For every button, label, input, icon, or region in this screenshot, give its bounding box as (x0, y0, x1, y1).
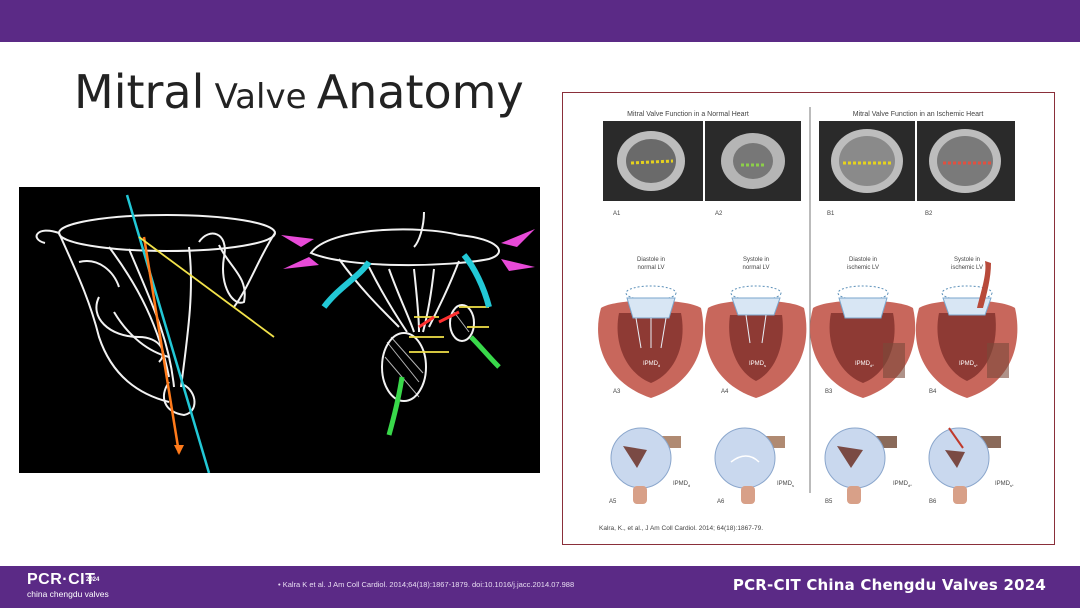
valve-illustrations (610, 427, 1001, 504)
slide-title: Mitral Valve Anatomy (74, 65, 524, 119)
mri-label: A2 (715, 211, 723, 217)
figure-source: Kalra, K., et al., J Am Coll Cardiol. 20… (599, 525, 763, 532)
heart-caption: ischemic LV (847, 265, 879, 271)
valve-drawing-svg (35, 194, 535, 474)
valve-label: A5 (609, 499, 617, 505)
heart-caption: Diastole in (849, 257, 877, 263)
mri-label: B2 (925, 211, 933, 217)
heart-label: A4 (721, 389, 729, 395)
heart-label: B3 (825, 389, 833, 395)
pcr-cit-logo: PCR·CIT 2024 china chengdu valves (27, 571, 109, 599)
footer-citation: • Kalra K et al. J Am Coll Cardiol. 2014… (278, 580, 575, 589)
heart-label: B4 (929, 389, 937, 395)
valve-label: B6 (929, 499, 937, 505)
mitral-function-figure: Mitral Valve Function in a Normal Heart … (562, 92, 1055, 545)
valve-label: B5 (825, 499, 833, 505)
heart-caption: normal LV (743, 265, 770, 271)
heart-caption: Systole in (743, 257, 769, 263)
mitral-function-svg: Mitral Valve Function in a Normal Heart … (598, 107, 1018, 532)
mri-images (603, 121, 1015, 201)
heart-illustrations (598, 261, 1018, 398)
svg-text:IPMDs*: IPMDs* (959, 361, 978, 368)
heart-caption: Diastole in (637, 257, 665, 263)
top-banner (0, 0, 1080, 42)
heart-caption: normal LV (638, 265, 665, 271)
valve-drawing-figure (19, 187, 540, 474)
svg-text:IPMDd: IPMDd (673, 481, 690, 488)
svg-text:IPMDd: IPMDd (643, 361, 660, 368)
footer-brand: PCR-CIT China Chengdu Valves 2024 (732, 576, 1046, 594)
valve-label: A6 (717, 499, 725, 505)
svg-text:IPMDs: IPMDs (749, 361, 766, 368)
svg-text:IPMDs: IPMDs (777, 481, 794, 488)
svg-text:IPMDd*: IPMDd* (855, 361, 874, 368)
mri-label: A1 (613, 211, 621, 217)
svg-text:IPMDs*: IPMDs* (995, 481, 1014, 488)
svg-text:IPMDd*: IPMDd* (893, 481, 912, 488)
heart-caption: Systole in (954, 257, 980, 263)
figure-header-normal: Mitral Valve Function in a Normal Heart (627, 111, 749, 118)
heart-label: A3 (613, 389, 621, 395)
figure-header-ischemic: Mitral Valve Function in an Ischemic Hea… (853, 111, 984, 118)
heart-caption: ischemic LV (951, 265, 983, 271)
mri-label: B1 (827, 211, 835, 217)
